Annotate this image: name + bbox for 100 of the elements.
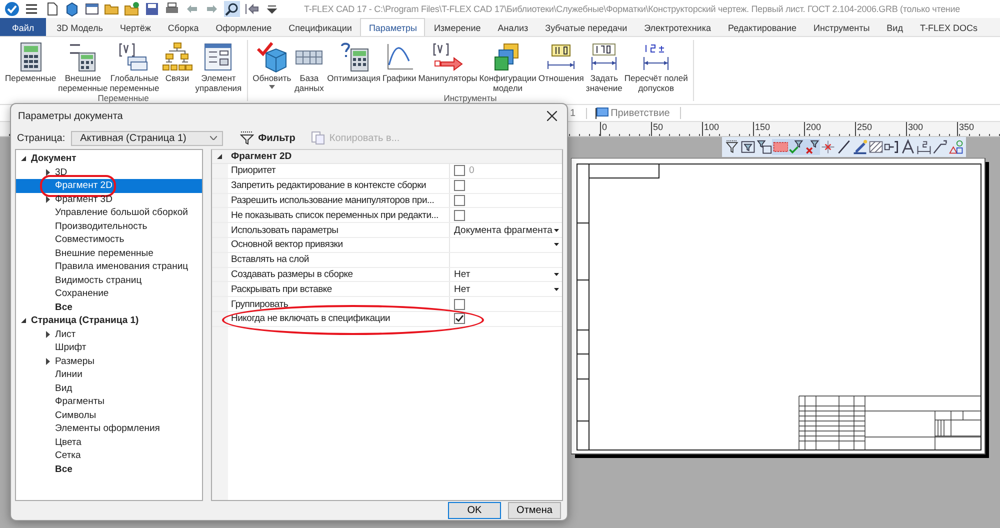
tree-item[interactable]: Символы [16, 408, 202, 422]
tree-item[interactable]: Лист [16, 328, 202, 341]
checkbox[interactable] [454, 180, 465, 192]
zoom-icon[interactable] [224, 1, 240, 17]
ribbon-button[interactable]: Оптимизация [326, 40, 382, 93]
tree-item[interactable]: 3D [16, 166, 202, 179]
ribbon-tab[interactable]: Сборка [159, 18, 208, 36]
ribbon-button[interactable]: Графики [381, 40, 418, 93]
hatch-icon[interactable] [868, 139, 884, 155]
undo-list-icon[interactable] [244, 1, 260, 17]
ribbon-button[interactable]: Конфигурации модели [478, 40, 538, 93]
ribbon-tab[interactable]: 3D Модель [48, 18, 112, 36]
tree-item[interactable]: Сохранение [16, 287, 202, 300]
tree-item[interactable]: Страница (Страница 1) [16, 314, 202, 328]
value-dropdown[interactable]: Документа фрагмента [454, 223, 562, 237]
rectangle-icon[interactable] [772, 139, 788, 155]
checkbox[interactable] [454, 210, 465, 221]
point-icon[interactable] [820, 139, 836, 155]
tree-item[interactable]: Производительность [16, 220, 202, 233]
shapes-icon[interactable] [948, 139, 964, 155]
cancel-button[interactable]: Отмена [508, 502, 561, 519]
filter-icon[interactable] [724, 139, 740, 155]
collapse-icon[interactable] [20, 317, 27, 324]
ribbon-tab[interactable]: Чертёж [111, 18, 160, 36]
expand-icon[interactable] [44, 196, 51, 203]
expand-icon[interactable] [44, 330, 51, 338]
filter-cross-icon[interactable] [804, 139, 820, 155]
window-icon[interactable] [84, 1, 100, 17]
tree-item[interactable]: Видимость страниц [16, 274, 202, 287]
ribbon-tab[interactable]: Спецификации [280, 18, 360, 36]
ribbon-button[interactable]: Глобальные переменные [108, 40, 160, 93]
ribbon-button[interactable]: Связи [160, 40, 194, 93]
ribbon-tab[interactable]: Электротехника [636, 18, 720, 36]
tree-item[interactable]: Цвета [16, 436, 202, 449]
expand-icon[interactable] [44, 168, 51, 176]
ribbon-tab[interactable]: Вид [878, 18, 912, 36]
ribbon-button[interactable]: Внешние переменные [57, 40, 109, 93]
tree-item[interactable]: Фрагмент 3D [16, 192, 202, 206]
tree-item[interactable]: Правила именования страниц [16, 260, 202, 274]
page-dropdown[interactable]: Активная (Страница 1) [71, 130, 224, 146]
tree-item[interactable]: Вид [16, 382, 202, 395]
tree-item[interactable]: Все [16, 462, 202, 476]
pen-icon[interactable] [852, 139, 868, 155]
section-header[interactable]: Фрагмент 2D [212, 150, 562, 164]
save-icon[interactable] [144, 1, 160, 17]
ribbon-button[interactable]: Элемент управления [194, 40, 243, 93]
bracket-icon[interactable] [884, 139, 900, 155]
ribbon-tab[interactable]: Файл [0, 18, 46, 36]
text-tool-icon[interactable] [900, 139, 916, 155]
document-tab[interactable]: Приветствие [594, 107, 681, 119]
ok-button[interactable]: OK [448, 502, 501, 519]
tree-item[interactable]: Шрифт [16, 341, 202, 354]
tree-item[interactable]: Внешние переменные [16, 246, 202, 260]
expand-icon[interactable] [44, 358, 51, 365]
menu-icon[interactable] [24, 1, 40, 17]
dimension-icon[interactable] [916, 139, 932, 155]
tree-item[interactable]: Все [16, 300, 202, 314]
tree-item[interactable]: Фрагменты [16, 395, 202, 408]
ribbon-button[interactable]: Манипуляторы [417, 40, 478, 93]
ribbon-tab[interactable]: Анализ [489, 18, 537, 36]
leader-icon[interactable] [932, 139, 948, 155]
ruler-label: 50 [651, 122, 702, 136]
tree-item[interactable]: Управление большой сборкой [16, 206, 202, 220]
document-tab[interactable]: 1 [570, 108, 587, 118]
ribbon-button[interactable]: Пересчёт полей допусков [623, 40, 689, 93]
value-dropdown[interactable]: Нет [454, 282, 562, 296]
ribbon-tab[interactable]: Зубчатые передачи [536, 18, 636, 36]
ribbon-tab[interactable]: Измерение [425, 18, 490, 36]
tree-item[interactable]: Документ [16, 152, 202, 166]
line-icon[interactable] [836, 139, 852, 155]
filter-check-icon[interactable] [788, 139, 804, 155]
field-label: Страница: [17, 132, 66, 144]
ribbon-tab[interactable]: Инструменты [805, 18, 878, 36]
value-dropdown[interactable]: Нет [454, 268, 562, 282]
ribbon-button[interactable]: Обновить [252, 40, 292, 93]
close-icon[interactable] [547, 111, 557, 121]
ribbon-button[interactable]: Задать значение [584, 40, 624, 93]
ribbon-button[interactable]: Переменные [4, 40, 58, 93]
ribbon-tab[interactable]: Оформление [207, 18, 280, 36]
filter-icon[interactable] [740, 139, 756, 155]
ribbon-tab[interactable]: Параметры [360, 18, 426, 36]
ribbon-button[interactable]: База данных [292, 40, 326, 93]
folder-icon[interactable] [124, 1, 140, 17]
ribbon-button[interactable]: Отношения [537, 40, 585, 93]
property-name: Раскрывать при вставке [228, 282, 450, 296]
collapse-icon[interactable] [20, 155, 27, 162]
tree-item[interactable]: Совместимость [16, 233, 202, 246]
tree-item[interactable]: Элементы оформления [16, 422, 202, 436]
ribbon-tab[interactable]: Редактирование [719, 18, 806, 36]
toolbar-button[interactable]: Фильтр [237, 131, 298, 145]
filter-icon[interactable] [756, 139, 772, 155]
checkbox[interactable] [454, 313, 465, 324]
checkbox[interactable] [454, 194, 465, 206]
ribbon-tab[interactable]: T-FLEX DOCs [911, 18, 986, 36]
checkbox[interactable] [454, 298, 465, 310]
checkbox[interactable] [454, 165, 465, 176]
tree-item[interactable]: Размеры [16, 354, 202, 368]
tree-item[interactable]: Линии [16, 368, 202, 382]
tree-item[interactable]: Сетка [16, 449, 202, 462]
logo-icon[interactable] [4, 1, 20, 17]
